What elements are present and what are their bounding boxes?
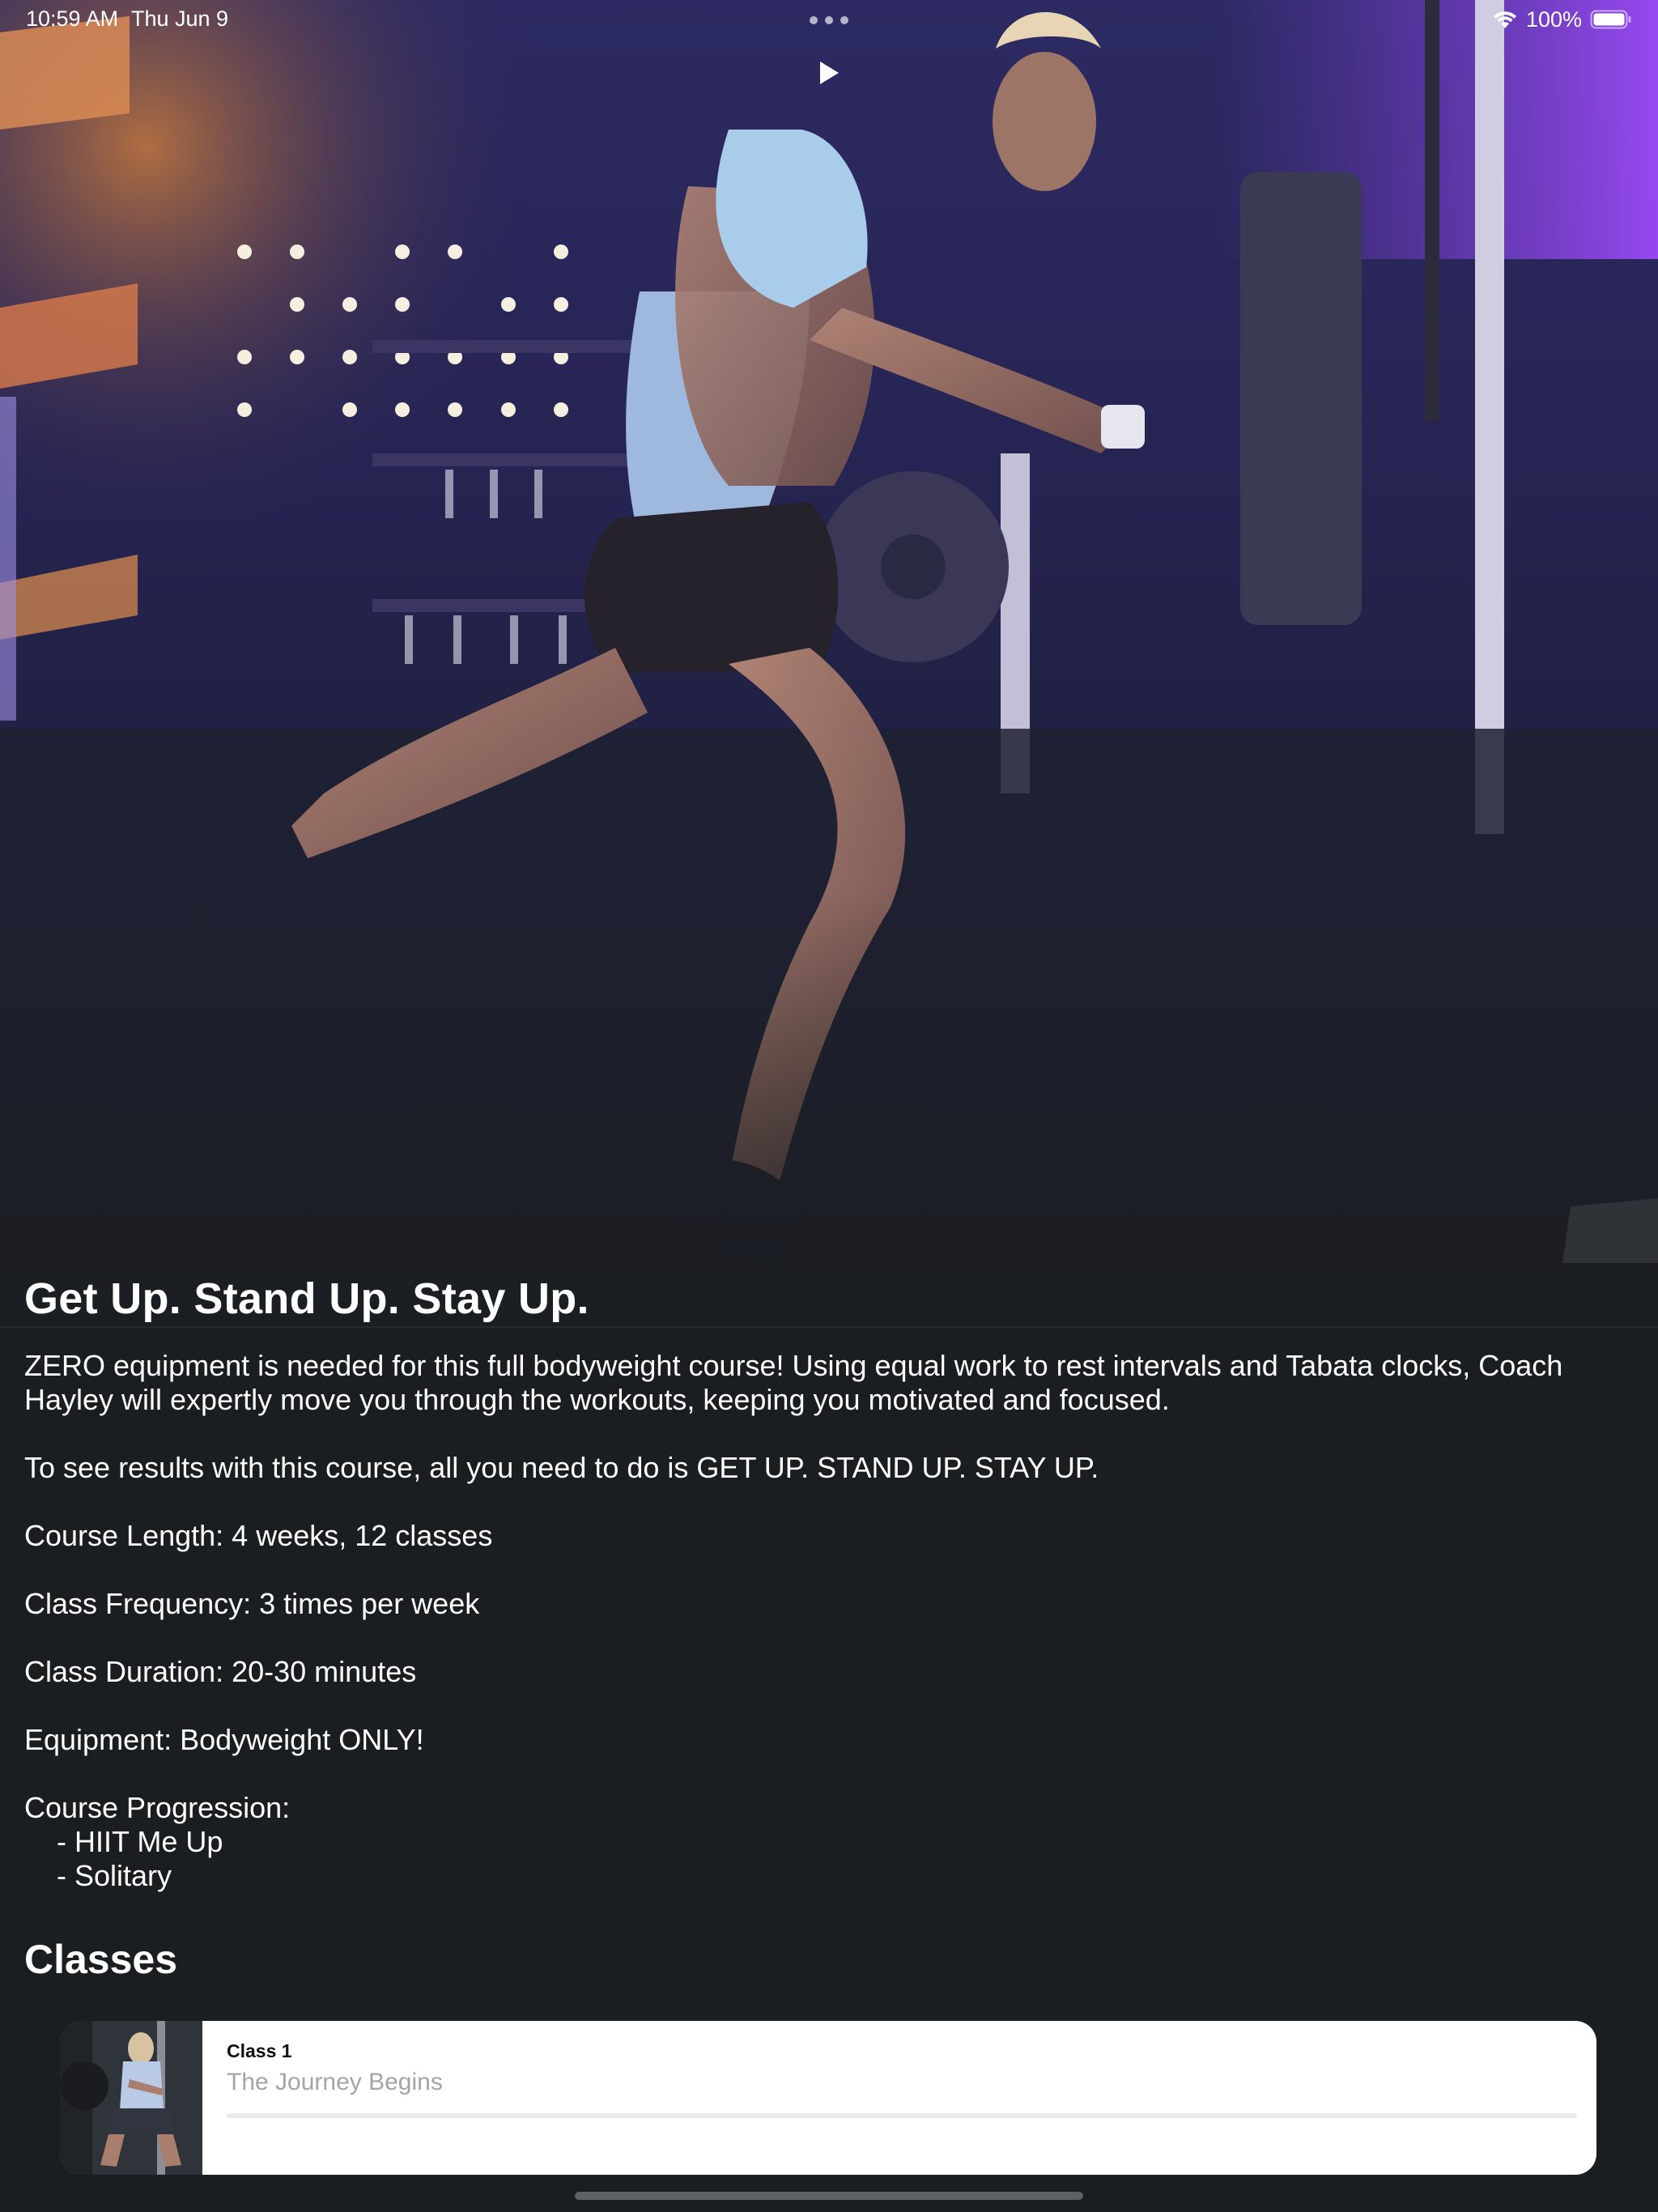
hero-image (0, 0, 1658, 1328)
battery-percentage: 100% (1525, 6, 1582, 32)
progression-item: - Solitary (57, 1859, 172, 1892)
status-indicators: 100% (1492, 5, 1632, 34)
class-name: The Journey Begins (227, 2069, 443, 2095)
equipment: Equipment: Bodyweight ONLY! (24, 1723, 424, 1756)
course-length: Course Length: 4 weeks, 12 classes (24, 1519, 493, 1552)
class-frequency: Class Frequency: 3 times per week (24, 1587, 480, 1620)
class-thumbnail (60, 2021, 202, 2175)
course-tagline: To see results with this course, all you… (24, 1451, 1099, 1484)
hero-video[interactable] (0, 0, 1658, 1328)
home-indicator[interactable] (575, 2192, 1083, 2200)
course-intro: ZERO equipment is needed for this full b… (24, 1349, 1563, 1416)
class-duration: Class Duration: 20-30 minutes (24, 1655, 417, 1688)
class-card[interactable]: Class 1 The Journey Begins (60, 2021, 1596, 2175)
divider (0, 1326, 1658, 1328)
play-icon (820, 62, 839, 84)
class-number: Class 1 (227, 2040, 292, 2061)
classes-heading: Classes (24, 1937, 178, 1982)
wifi-icon (1493, 11, 1516, 28)
multitasking-dots-icon[interactable] (810, 16, 848, 24)
progression-item: - HIIT Me Up (57, 1825, 223, 1858)
class-progress-bar (227, 2113, 1577, 2118)
course-detail-screen: 10:59 AM Thu Jun 9 100% Get Up. Stand Up… (0, 0, 1658, 2212)
play-button[interactable] (789, 32, 869, 113)
course-progression-label: Course Progression: (24, 1791, 291, 1824)
course-title: Get Up. Stand Up. Stay Up. (24, 1274, 589, 1323)
status-date: Thu Jun 9 (131, 6, 229, 31)
battery-icon (1590, 10, 1631, 29)
status-time: 10:59 AM (26, 6, 119, 31)
